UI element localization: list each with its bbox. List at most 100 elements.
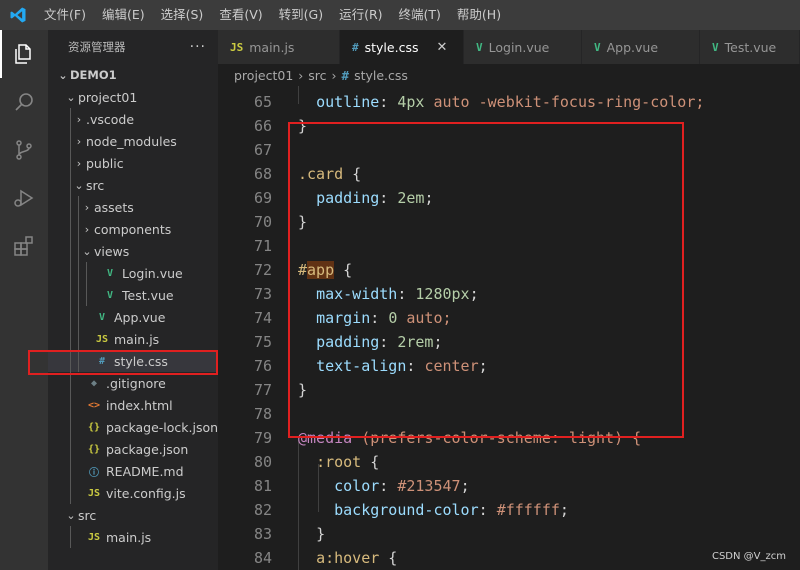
code-line[interactable]: 83 } bbox=[218, 522, 800, 546]
tree-item[interactable]: {} package.json bbox=[48, 438, 218, 460]
tree-item[interactable]: › node_modules bbox=[48, 130, 218, 152]
tab-login-vue[interactable]: V Login.vue bbox=[464, 30, 582, 64]
code-line[interactable]: 71 bbox=[218, 234, 800, 258]
close-icon[interactable]: ✕ bbox=[436, 40, 447, 55]
tree-item[interactable]: ◆ .gitignore bbox=[48, 372, 218, 394]
chevron-right-icon: › bbox=[298, 67, 304, 83]
code-line[interactable]: 74 margin: 0 auto; bbox=[218, 306, 800, 330]
code-line[interactable]: 82 background-color: #ffffff; bbox=[218, 498, 800, 522]
menu-item[interactable]: 帮助(H) bbox=[449, 0, 509, 30]
code-line[interactable]: 72 #app { bbox=[218, 258, 800, 282]
chevron-right-icon[interactable]: › bbox=[72, 157, 86, 170]
code-text: text-align: center; bbox=[298, 354, 488, 378]
indent-guide bbox=[70, 152, 71, 174]
tree-item-label: public bbox=[86, 155, 124, 171]
breadcrumb-item[interactable]: src bbox=[308, 68, 326, 83]
code-token: : bbox=[379, 333, 398, 351]
tree-item[interactable]: JS main.js bbox=[48, 328, 218, 350]
explorer-icon[interactable] bbox=[0, 30, 48, 78]
code-token: text-align bbox=[316, 357, 407, 375]
tree-item[interactable]: JS vite.config.js bbox=[48, 482, 218, 504]
code-line[interactable]: 76 text-align: center; bbox=[218, 354, 800, 378]
code-text: outline: 4px auto -webkit-focus-ring-col… bbox=[298, 90, 704, 114]
code-line[interactable]: 75 padding: 2rem; bbox=[218, 330, 800, 354]
extensions-icon[interactable] bbox=[0, 222, 48, 270]
line-number: 68 bbox=[253, 165, 272, 183]
indent-guide bbox=[70, 328, 71, 350]
indent-guide bbox=[70, 130, 71, 152]
code-editor[interactable]: 65 outline: 4px auto -webkit-focus-ring-… bbox=[218, 86, 800, 570]
tree-item[interactable]: ⌄ src bbox=[48, 504, 218, 526]
tree-item[interactable]: ⌄ DEMO1 bbox=[48, 64, 218, 86]
breadcrumb-file[interactable]: style.css bbox=[354, 68, 408, 83]
menu-item[interactable]: 终端(T) bbox=[391, 0, 449, 30]
tab-test-vue[interactable]: V Test.vue bbox=[700, 30, 800, 64]
tab-style-css[interactable]: # style.css ✕ bbox=[340, 30, 464, 64]
code-line[interactable]: 68 .card { bbox=[218, 162, 800, 186]
tree-item[interactable]: ⓘ README.md bbox=[48, 460, 218, 482]
menu-item[interactable]: 文件(F) bbox=[36, 0, 94, 30]
code-line[interactable]: 65 outline: 4px auto -webkit-focus-ring-… bbox=[218, 90, 800, 114]
tree-item[interactable]: ⌄ project01 bbox=[48, 86, 218, 108]
code-token: @media bbox=[298, 429, 353, 447]
code-line[interactable]: 81 color: #213547; bbox=[218, 474, 800, 498]
code-line[interactable]: 69 padding: 2em; bbox=[218, 186, 800, 210]
code-line[interactable]: 77} bbox=[218, 378, 800, 402]
code-line[interactable]: 80 :root { bbox=[218, 450, 800, 474]
chevron-down-icon[interactable]: ⌄ bbox=[72, 179, 86, 192]
file-type-icon: V bbox=[594, 40, 601, 54]
code-line[interactable]: 67 bbox=[218, 138, 800, 162]
source-control-icon[interactable] bbox=[0, 126, 48, 174]
tree-item-label: src bbox=[78, 507, 97, 523]
code-text: } bbox=[298, 378, 307, 402]
chevron-right-icon[interactable]: › bbox=[80, 201, 94, 214]
chevron-down-icon[interactable]: ⌄ bbox=[64, 91, 78, 104]
tree-item[interactable]: V App.vue bbox=[48, 306, 218, 328]
code-line[interactable]: 79 @media (prefers-color-scheme: light) { bbox=[218, 426, 800, 450]
tree-item[interactable]: V Test.vue bbox=[48, 284, 218, 306]
menu-item[interactable]: 运行(R) bbox=[331, 0, 390, 30]
code-token: background-color bbox=[334, 501, 479, 519]
code-line[interactable]: 70} bbox=[218, 210, 800, 234]
chevron-down-icon[interactable]: ⌄ bbox=[64, 509, 78, 522]
tree-item[interactable]: › assets bbox=[48, 196, 218, 218]
more-actions-icon[interactable]: ··· bbox=[190, 39, 206, 55]
code-line[interactable]: 66} bbox=[218, 114, 800, 138]
tab-main-js[interactable]: JS main.js bbox=[218, 30, 340, 64]
chevron-down-icon[interactable]: ⌄ bbox=[80, 245, 94, 258]
code-text: @media (prefers-color-scheme: light) { bbox=[298, 426, 641, 450]
tree-item[interactable]: › components bbox=[48, 218, 218, 240]
tree-item[interactable]: ⌄ views bbox=[48, 240, 218, 262]
menu-item[interactable]: 编辑(E) bbox=[94, 0, 153, 30]
chevron-right-icon[interactable]: › bbox=[72, 113, 86, 126]
code-token: #213547 bbox=[397, 477, 461, 495]
menu-item[interactable]: 转到(G) bbox=[271, 0, 331, 30]
file-type-icon: JS bbox=[230, 40, 244, 54]
menu-item[interactable]: 选择(S) bbox=[153, 0, 212, 30]
tab-label: style.css bbox=[364, 39, 419, 55]
code-token: 4px bbox=[397, 93, 425, 111]
code-line[interactable]: 73 max-width: 1280px; bbox=[218, 282, 800, 306]
tree-item[interactable]: # style.css bbox=[48, 350, 218, 372]
tree-item[interactable]: V Login.vue bbox=[48, 262, 218, 284]
chevron-down-icon[interactable]: ⌄ bbox=[56, 69, 70, 82]
menu-item[interactable]: 查看(V) bbox=[211, 0, 270, 30]
tree-item[interactable]: › public bbox=[48, 152, 218, 174]
tree-item-label: DEMO1 bbox=[70, 68, 117, 82]
code-line[interactable]: 78 bbox=[218, 402, 800, 426]
tree-item[interactable]: <> index.html bbox=[48, 394, 218, 416]
indent-guide bbox=[86, 284, 87, 306]
tab-app-vue[interactable]: V App.vue bbox=[582, 30, 700, 64]
line-number: 80 bbox=[253, 453, 272, 471]
tree-item[interactable]: JS main.js bbox=[48, 526, 218, 548]
search-icon[interactable] bbox=[0, 78, 48, 126]
tree-item[interactable]: › .vscode bbox=[48, 108, 218, 130]
tree-item[interactable]: {} package-lock.json bbox=[48, 416, 218, 438]
code-token: : bbox=[397, 285, 416, 303]
chevron-right-icon[interactable]: › bbox=[80, 223, 94, 236]
chevron-right-icon[interactable]: › bbox=[72, 135, 86, 148]
run-debug-icon[interactable] bbox=[0, 174, 48, 222]
tree-item[interactable]: ⌄ src bbox=[48, 174, 218, 196]
breadcrumb-item[interactable]: project01 bbox=[234, 68, 293, 83]
